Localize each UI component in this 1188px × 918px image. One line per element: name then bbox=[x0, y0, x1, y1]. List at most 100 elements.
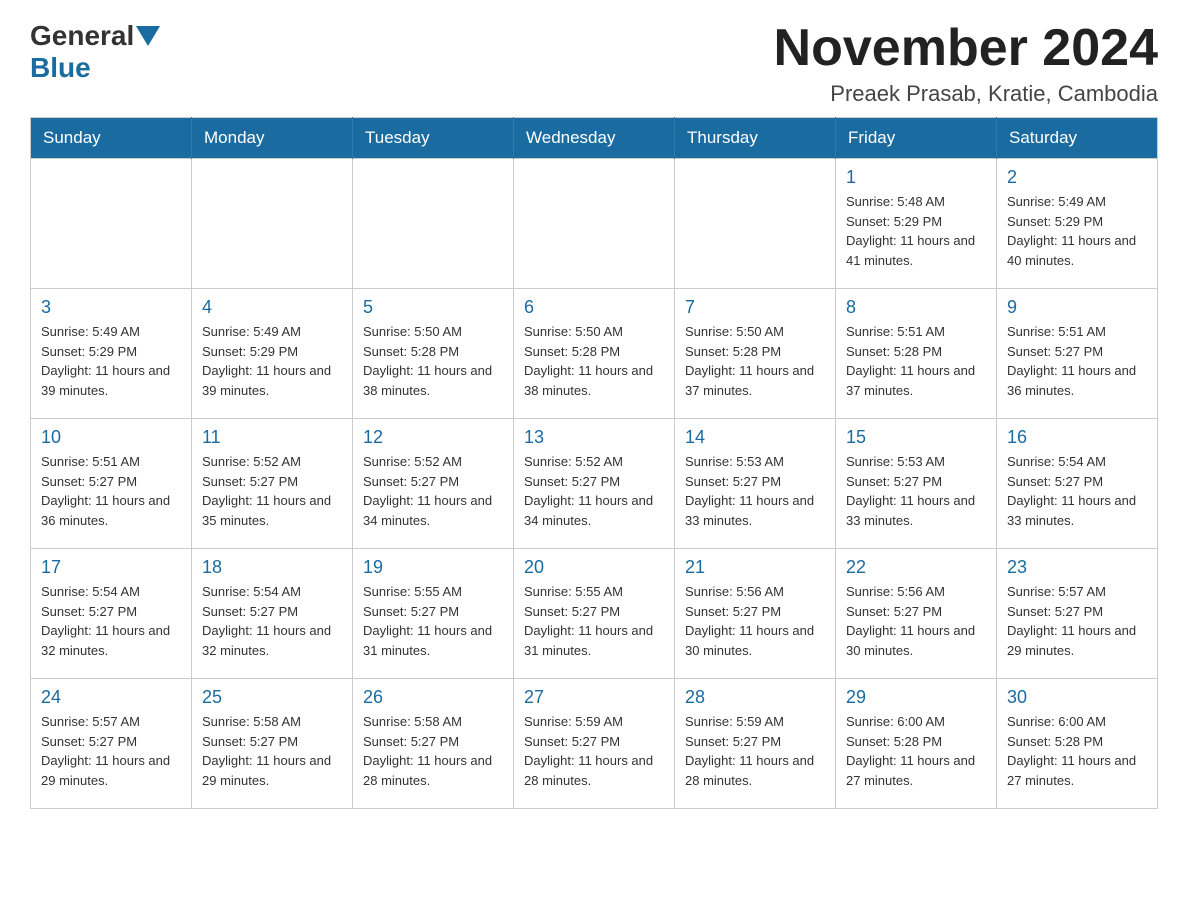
calendar-cell: 5Sunrise: 5:50 AMSunset: 5:28 PMDaylight… bbox=[353, 289, 514, 419]
day-number: 8 bbox=[846, 297, 986, 318]
day-info: Sunrise: 5:50 AMSunset: 5:28 PMDaylight:… bbox=[524, 322, 664, 400]
day-info: Sunrise: 5:51 AMSunset: 5:27 PMDaylight:… bbox=[41, 452, 181, 530]
day-number: 1 bbox=[846, 167, 986, 188]
day-number: 17 bbox=[41, 557, 181, 578]
weekday-header-sunday: Sunday bbox=[31, 118, 192, 159]
calendar-week-3: 10 Sunrise: 5:51 AMSunset: 5:27 PMDayligh… bbox=[31, 419, 1158, 549]
calendar-cell: 7 Sunrise: 5:50 AMSunset: 5:28 PMDaylight… bbox=[675, 289, 836, 419]
calendar-week-1: 1 Sunrise: 5:48 AMSunset: 5:29 PMDaylight… bbox=[31, 159, 1158, 289]
calendar-cell: 27 Sunrise: 5:59 AMSunset: 5:27 PMDayligh… bbox=[514, 679, 675, 809]
logo-general: General bbox=[30, 20, 134, 52]
day-info: Sunrise: 5:53 AMSunset: 5:27 PMDaylight:… bbox=[846, 452, 986, 530]
day-number: 3 bbox=[41, 297, 181, 318]
calendar-week-5: 24 Sunrise: 5:57 AMSunset: 5:27 PMDayligh… bbox=[31, 679, 1158, 809]
calendar-week-2: 3 Sunrise: 5:49 AMSunset: 5:29 PMDaylight… bbox=[31, 289, 1158, 419]
calendar-cell: 23 Sunrise: 5:57 AMSunset: 5:27 PMDayligh… bbox=[997, 549, 1158, 679]
day-info: Sunrise: 5:59 AMSunset: 5:27 PMDaylight:… bbox=[524, 712, 664, 790]
calendar-cell: 2Sunrise: 5:49 AMSunset: 5:29 PMDaylight… bbox=[997, 159, 1158, 289]
logo-triangle-icon bbox=[136, 26, 160, 46]
calendar-cell: 25Sunrise: 5:58 AMSunset: 5:27 PMDayligh… bbox=[192, 679, 353, 809]
day-number: 21 bbox=[685, 557, 825, 578]
day-info: Sunrise: 5:59 AMSunset: 5:27 PMDaylight:… bbox=[685, 712, 825, 790]
day-info: Sunrise: 5:56 AMSunset: 5:27 PMDaylight:… bbox=[685, 582, 825, 660]
logo-blue-text: Blue bbox=[30, 52, 91, 84]
day-number: 5 bbox=[363, 297, 503, 318]
day-number: 14 bbox=[685, 427, 825, 448]
calendar-cell: 3 Sunrise: 5:49 AMSunset: 5:29 PMDaylight… bbox=[31, 289, 192, 419]
calendar-cell: 29 Sunrise: 6:00 AMSunset: 5:28 PMDayligh… bbox=[836, 679, 997, 809]
location-title: Preaek Prasab, Kratie, Cambodia bbox=[774, 81, 1158, 107]
weekday-header-thursday: Thursday bbox=[675, 118, 836, 159]
day-number: 12 bbox=[363, 427, 503, 448]
calendar-cell: 24 Sunrise: 5:57 AMSunset: 5:27 PMDayligh… bbox=[31, 679, 192, 809]
day-info: Sunrise: 6:00 AMSunset: 5:28 PMDaylight:… bbox=[846, 712, 986, 790]
calendar-cell: 13 Sunrise: 5:52 AMSunset: 5:27 PMDayligh… bbox=[514, 419, 675, 549]
calendar-cell: 26Sunrise: 5:58 AMSunset: 5:27 PMDayligh… bbox=[353, 679, 514, 809]
day-info: Sunrise: 5:57 AMSunset: 5:27 PMDaylight:… bbox=[1007, 582, 1147, 660]
calendar-cell: 9Sunrise: 5:51 AMSunset: 5:27 PMDaylight… bbox=[997, 289, 1158, 419]
day-info: Sunrise: 6:00 AMSunset: 5:28 PMDaylight:… bbox=[1007, 712, 1147, 790]
calendar-cell: 15 Sunrise: 5:53 AMSunset: 5:27 PMDayligh… bbox=[836, 419, 997, 549]
calendar-body: 1 Sunrise: 5:48 AMSunset: 5:29 PMDaylight… bbox=[31, 159, 1158, 809]
day-number: 15 bbox=[846, 427, 986, 448]
day-number: 11 bbox=[202, 427, 342, 448]
day-number: 27 bbox=[524, 687, 664, 708]
day-info: Sunrise: 5:52 AMSunset: 5:27 PMDaylight:… bbox=[524, 452, 664, 530]
calendar-cell: 6 Sunrise: 5:50 AMSunset: 5:28 PMDaylight… bbox=[514, 289, 675, 419]
calendar-cell: 11 Sunrise: 5:52 AMSunset: 5:27 PMDayligh… bbox=[192, 419, 353, 549]
calendar-header: SundayMondayTuesdayWednesdayThursdayFrid… bbox=[31, 118, 1158, 159]
day-number: 25 bbox=[202, 687, 342, 708]
logo-text: General bbox=[30, 20, 162, 52]
day-number: 13 bbox=[524, 427, 664, 448]
day-number: 4 bbox=[202, 297, 342, 318]
day-info: Sunrise: 5:55 AMSunset: 5:27 PMDaylight:… bbox=[524, 582, 664, 660]
day-number: 16 bbox=[1007, 427, 1147, 448]
weekday-header-friday: Friday bbox=[836, 118, 997, 159]
weekday-header-monday: Monday bbox=[192, 118, 353, 159]
day-info: Sunrise: 5:52 AMSunset: 5:27 PMDaylight:… bbox=[202, 452, 342, 530]
logo: General Blue bbox=[30, 20, 162, 84]
day-number: 19 bbox=[363, 557, 503, 578]
calendar-cell: 1 Sunrise: 5:48 AMSunset: 5:29 PMDaylight… bbox=[836, 159, 997, 289]
day-info: Sunrise: 5:55 AMSunset: 5:27 PMDaylight:… bbox=[363, 582, 503, 660]
day-number: 10 bbox=[41, 427, 181, 448]
calendar-cell: 12 Sunrise: 5:52 AMSunset: 5:27 PMDayligh… bbox=[353, 419, 514, 549]
calendar-cell: 17Sunrise: 5:54 AMSunset: 5:27 PMDayligh… bbox=[31, 549, 192, 679]
day-number: 28 bbox=[685, 687, 825, 708]
day-number: 20 bbox=[524, 557, 664, 578]
calendar-cell: 21 Sunrise: 5:56 AMSunset: 5:27 PMDayligh… bbox=[675, 549, 836, 679]
weekday-header-row: SundayMondayTuesdayWednesdayThursdayFrid… bbox=[31, 118, 1158, 159]
calendar-cell: 22 Sunrise: 5:56 AMSunset: 5:27 PMDayligh… bbox=[836, 549, 997, 679]
day-number: 7 bbox=[685, 297, 825, 318]
day-info: Sunrise: 5:53 AMSunset: 5:27 PMDaylight:… bbox=[685, 452, 825, 530]
calendar-cell: 18Sunrise: 5:54 AMSunset: 5:27 PMDayligh… bbox=[192, 549, 353, 679]
calendar-cell bbox=[192, 159, 353, 289]
calendar-cell: 28 Sunrise: 5:59 AMSunset: 5:27 PMDayligh… bbox=[675, 679, 836, 809]
page-header: General Blue November 2024 Preaek Prasab… bbox=[30, 20, 1158, 107]
calendar-cell bbox=[353, 159, 514, 289]
day-info: Sunrise: 5:52 AMSunset: 5:27 PMDaylight:… bbox=[363, 452, 503, 530]
day-number: 23 bbox=[1007, 557, 1147, 578]
day-number: 6 bbox=[524, 297, 664, 318]
day-info: Sunrise: 5:56 AMSunset: 5:27 PMDaylight:… bbox=[846, 582, 986, 660]
weekday-header-saturday: Saturday bbox=[997, 118, 1158, 159]
day-number: 24 bbox=[41, 687, 181, 708]
day-info: Sunrise: 5:51 AMSunset: 5:28 PMDaylight:… bbox=[846, 322, 986, 400]
day-info: Sunrise: 5:49 AMSunset: 5:29 PMDaylight:… bbox=[1007, 192, 1147, 270]
calendar-cell: 16 Sunrise: 5:54 AMSunset: 5:27 PMDayligh… bbox=[997, 419, 1158, 549]
day-number: 26 bbox=[363, 687, 503, 708]
calendar-cell: 10 Sunrise: 5:51 AMSunset: 5:27 PMDayligh… bbox=[31, 419, 192, 549]
day-number: 30 bbox=[1007, 687, 1147, 708]
day-info: Sunrise: 5:51 AMSunset: 5:27 PMDaylight:… bbox=[1007, 322, 1147, 400]
day-info: Sunrise: 5:48 AMSunset: 5:29 PMDaylight:… bbox=[846, 192, 986, 270]
calendar-cell bbox=[31, 159, 192, 289]
day-number: 22 bbox=[846, 557, 986, 578]
calendar-cell: 8 Sunrise: 5:51 AMSunset: 5:28 PMDaylight… bbox=[836, 289, 997, 419]
day-info: Sunrise: 5:49 AMSunset: 5:29 PMDaylight:… bbox=[41, 322, 181, 400]
calendar-cell: 30 Sunrise: 6:00 AMSunset: 5:28 PMDayligh… bbox=[997, 679, 1158, 809]
day-info: Sunrise: 5:50 AMSunset: 5:28 PMDaylight:… bbox=[685, 322, 825, 400]
day-info: Sunrise: 5:54 AMSunset: 5:27 PMDaylight:… bbox=[1007, 452, 1147, 530]
day-info: Sunrise: 5:57 AMSunset: 5:27 PMDaylight:… bbox=[41, 712, 181, 790]
calendar-cell: 19 Sunrise: 5:55 AMSunset: 5:27 PMDayligh… bbox=[353, 549, 514, 679]
day-number: 29 bbox=[846, 687, 986, 708]
